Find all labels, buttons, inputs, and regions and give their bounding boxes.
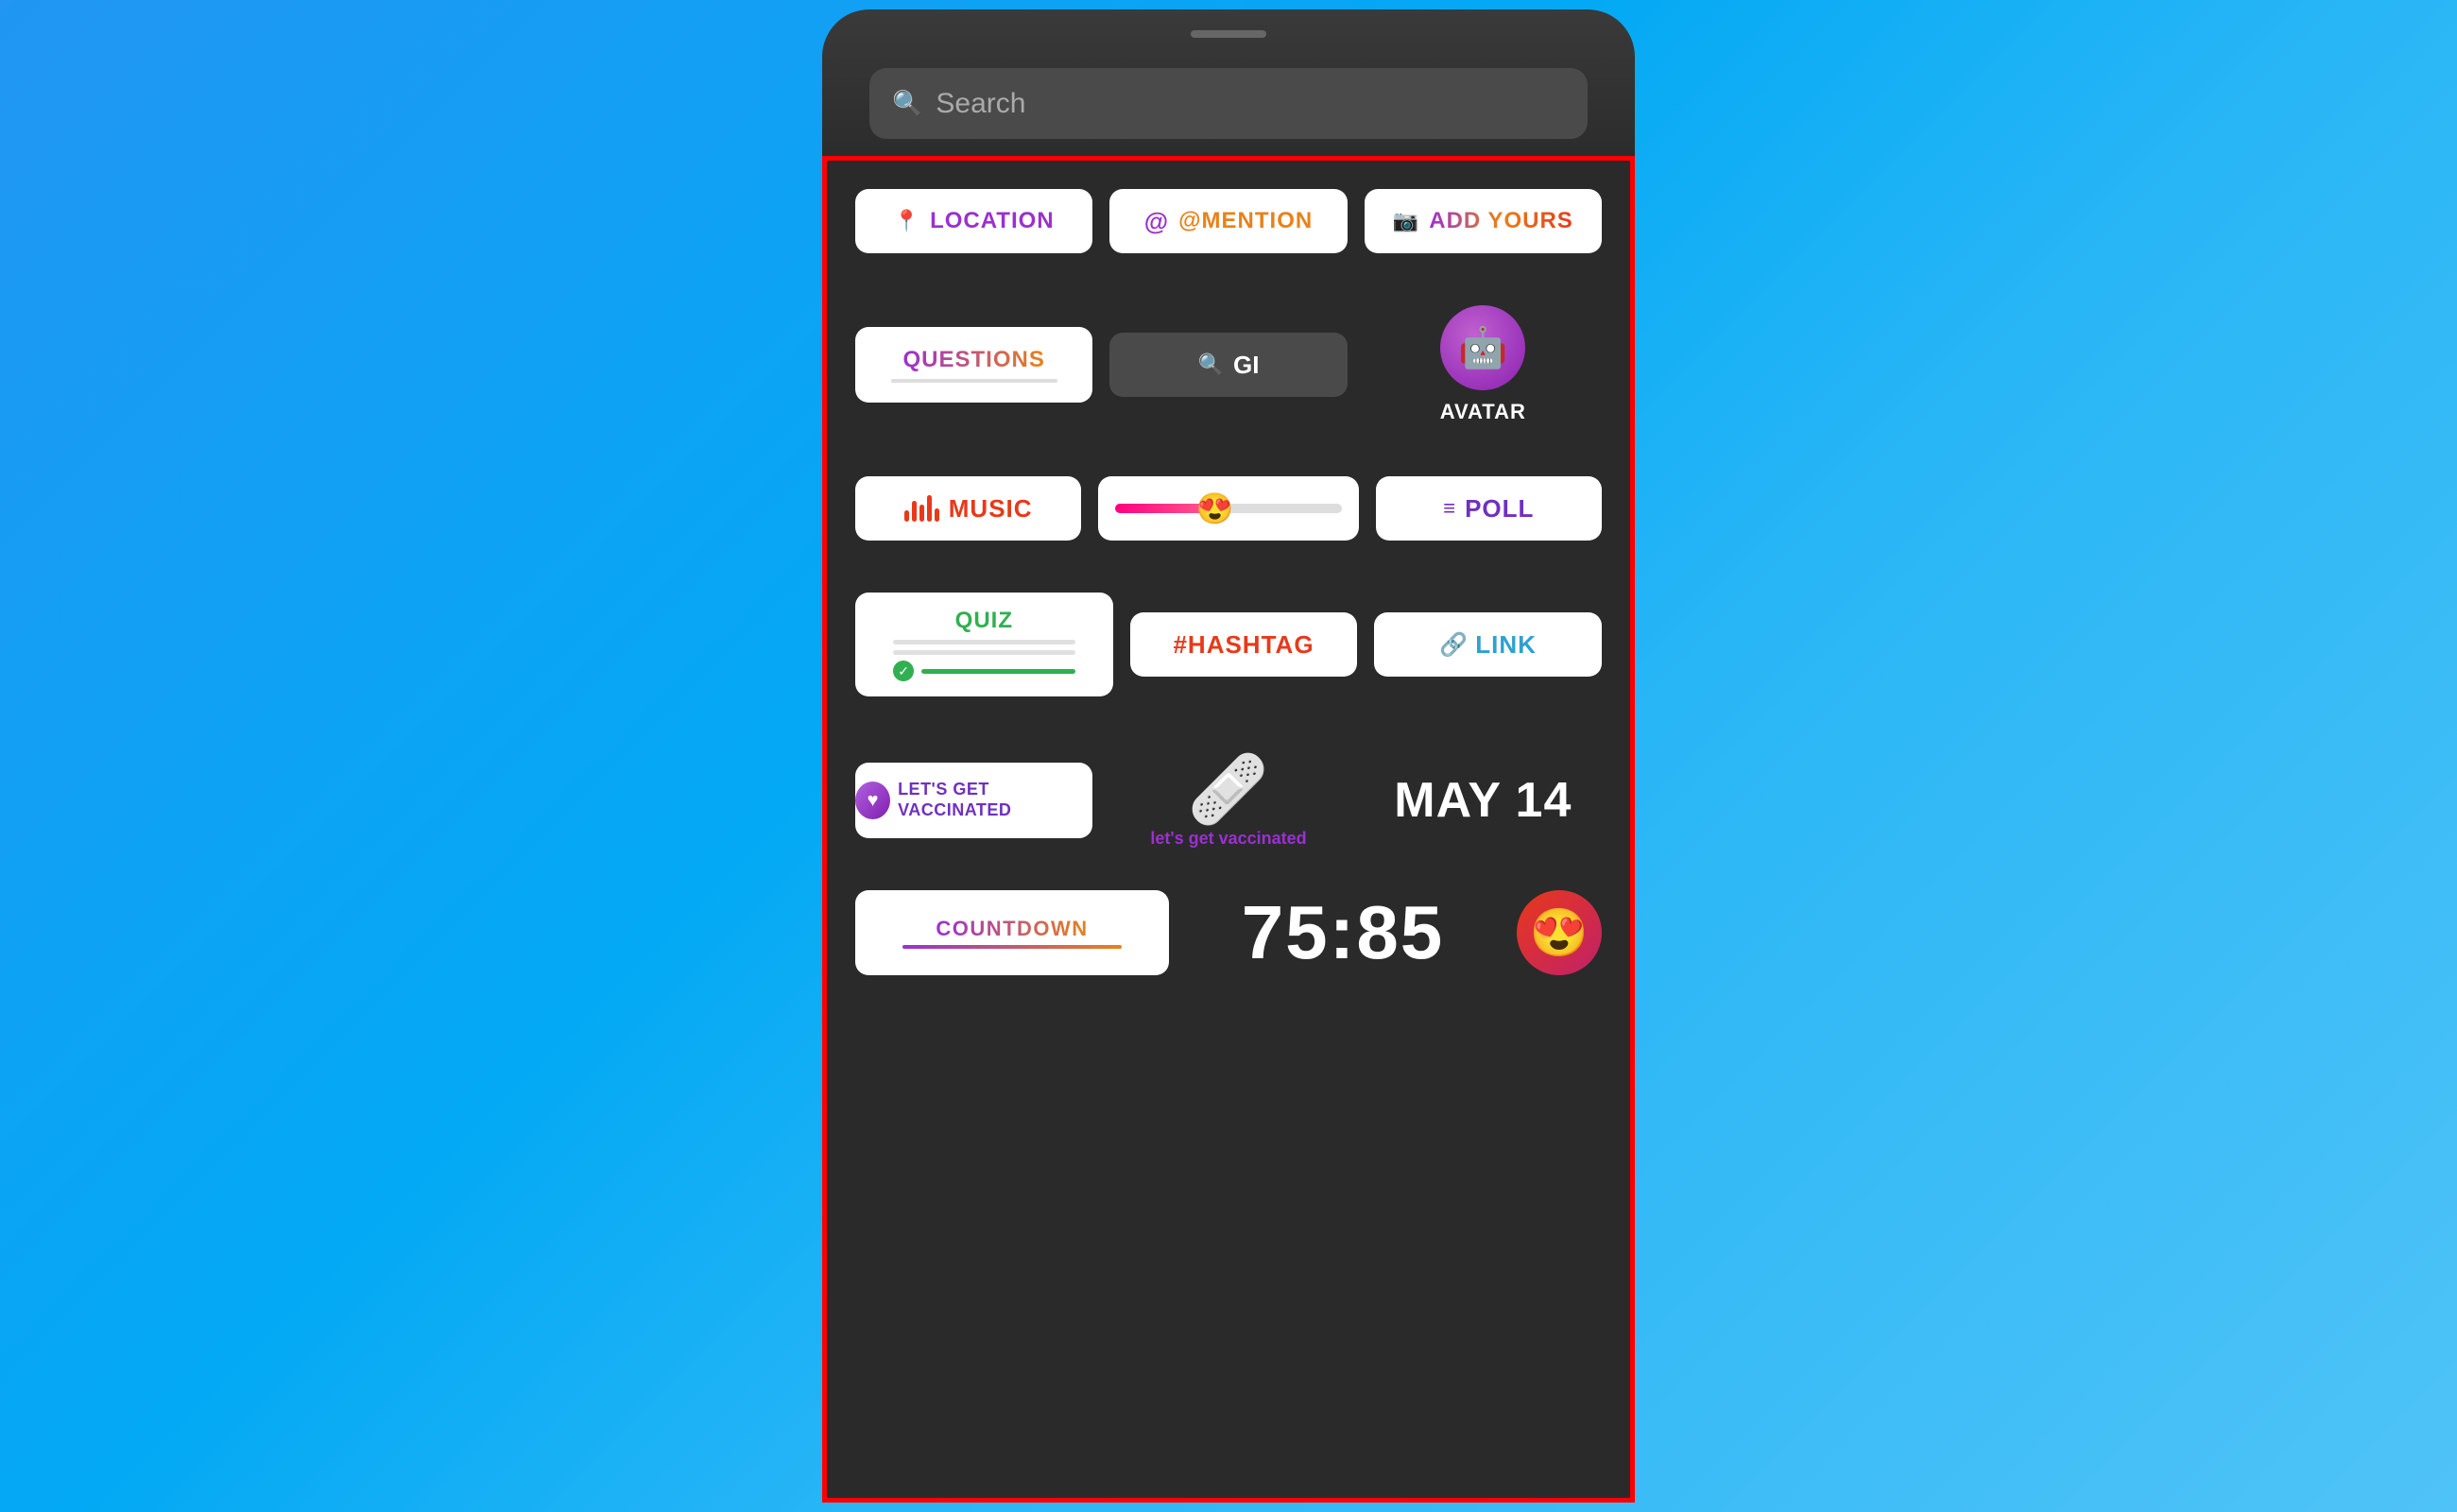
row4: QUIZ ✓ #HASHTAG 🔗 LINK — [855, 593, 1602, 696]
row5: ♥ LET'S GET VACCINATED 🩹 let's get vacci… — [855, 748, 1602, 852]
phone-top: 🔍 Search — [822, 9, 1635, 156]
search-bar[interactable]: 🔍 Search — [869, 68, 1588, 139]
quiz-line2 — [893, 650, 1075, 655]
music-bars-icon — [904, 495, 939, 522]
may14-sticker[interactable]: MAY 14 — [1365, 763, 1602, 838]
heart-icon: ♥ — [855, 782, 890, 819]
vacc-sticker-image[interactable]: 🩹 let's get vaccinated — [1109, 748, 1347, 852]
slider-emoji-icon: 😍 — [1196, 493, 1234, 524]
phone-container: 🔍 Search 📍 LOCATION @ @MENTION 📷 ADD YOU… — [822, 9, 1635, 1503]
add-yours-sticker[interactable]: 📷 ADD YOURS — [1365, 189, 1602, 253]
location-sticker[interactable]: 📍 LOCATION — [855, 189, 1092, 253]
emoji-slider-sticker[interactable]: 😍 — [1098, 476, 1358, 541]
location-icon: 📍 — [894, 209, 920, 233]
row2: QUESTIONS 🔍 GI 🤖 AVATAR — [855, 305, 1602, 424]
hashtag-label: #HASHTAG — [1173, 630, 1314, 660]
location-label: LOCATION — [930, 208, 1055, 234]
may14-label: MAY 14 — [1394, 772, 1572, 829]
questions-label: QUESTIONS — [902, 347, 1044, 373]
phone-handle — [1191, 30, 1266, 38]
avatar-sticker[interactable]: 🤖 AVATAR — [1365, 305, 1602, 424]
hashtag-sticker[interactable]: #HASHTAG — [1130, 612, 1358, 677]
music-label: MUSIC — [949, 494, 1033, 524]
gif-label: GI — [1233, 351, 1259, 380]
quiz-line1 — [893, 640, 1075, 644]
vaccinated-text-wrap: LET'S GET VACCINATED — [898, 780, 1092, 820]
music-sticker[interactable]: MUSIC — [855, 476, 1081, 541]
avatar-label: AVATAR — [1440, 400, 1526, 424]
countdown-num-text: 75:85 — [1242, 889, 1445, 976]
countdown-number: 75:85 — [1186, 890, 1500, 975]
poll-label: POLL — [1465, 494, 1534, 524]
mention-at-icon: @ — [1144, 207, 1169, 236]
questions-sticker[interactable]: QUESTIONS — [855, 327, 1092, 403]
countdown-sticker[interactable]: COUNTDOWN — [855, 890, 1169, 975]
link-sticker[interactable]: 🔗 LINK — [1374, 612, 1602, 677]
bandaid-icon: 🩹 — [1187, 751, 1269, 829]
quiz-sticker[interactable]: QUIZ ✓ — [855, 593, 1113, 696]
mention-label: @MENTION — [1178, 208, 1313, 234]
poll-sticker[interactable]: ≡ POLL — [1376, 476, 1602, 541]
questions-underline — [891, 379, 1057, 383]
mention-sticker[interactable]: @ @MENTION — [1109, 189, 1347, 253]
poll-icon: ≡ — [1443, 496, 1455, 521]
quiz-check-row: ✓ — [893, 661, 1075, 681]
countdown-line — [902, 945, 1122, 949]
countdown-label: COUNTDOWN — [936, 917, 1088, 941]
avatar-face-icon: 🤖 — [1458, 325, 1507, 371]
quiz-check-icon: ✓ — [893, 661, 914, 681]
sticker-panel: 📍 LOCATION @ @MENTION 📷 ADD YOURS QUESTI… — [822, 156, 1635, 1503]
vaccinated-label: LET'S GET VACCINATED — [898, 780, 1092, 820]
quiz-label: QUIZ — [955, 608, 1013, 634]
link-label: LINK — [1475, 630, 1537, 660]
gif-search-icon: 🔍 — [1198, 352, 1224, 377]
link-icon: 🔗 — [1439, 631, 1468, 659]
countdown-emoji-sticker[interactable]: 😍 — [1517, 890, 1602, 975]
avatar-circle: 🤖 — [1440, 305, 1525, 390]
slider-track: 😍 — [1115, 504, 1341, 513]
vaccinated-sticker[interactable]: ♥ LET'S GET VACCINATED — [855, 763, 1092, 838]
add-yours-label: ADD YOURS — [1429, 208, 1573, 234]
vacc-sticker-label: let's get vaccinated — [1150, 829, 1306, 850]
search-placeholder: Search — [936, 88, 1025, 120]
camera-icon: 📷 — [1393, 209, 1419, 233]
gif-sticker[interactable]: 🔍 GI — [1109, 333, 1347, 397]
top-row: 📍 LOCATION @ @MENTION 📷 ADD YOURS — [855, 189, 1602, 253]
row3: MUSIC 😍 ≡ POLL — [855, 476, 1602, 541]
countdown-emoji-icon: 😍 — [1530, 905, 1589, 961]
quiz-check-bar — [921, 669, 1075, 674]
row6-bottom: COUNTDOWN 75:85 😍 — [855, 890, 1602, 975]
search-icon: 🔍 — [892, 89, 922, 118]
